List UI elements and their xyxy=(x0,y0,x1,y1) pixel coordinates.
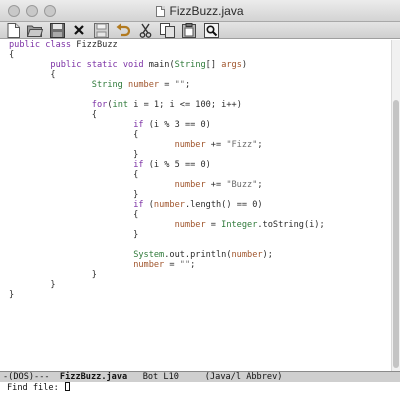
code-line[interactable]: public static void main(String[] args) xyxy=(9,60,325,70)
scissors-icon xyxy=(139,23,151,38)
code-line[interactable]: if (i % 3 == 0) xyxy=(9,120,325,130)
code-line[interactable]: } xyxy=(9,190,325,200)
code-line[interactable] xyxy=(9,240,325,250)
x-icon xyxy=(74,25,84,35)
open-folder-button[interactable] xyxy=(26,22,44,38)
search-button[interactable] xyxy=(202,22,220,38)
close-buffer-button[interactable] xyxy=(70,22,88,38)
code-line[interactable]: System.out.println(number); xyxy=(9,250,325,260)
code-line[interactable]: if (i % 5 == 0) xyxy=(9,160,325,170)
code-line[interactable]: { xyxy=(9,70,325,80)
code-line[interactable]: { xyxy=(9,110,325,120)
new-file-icon xyxy=(7,22,20,38)
code-line[interactable]: number += "Fizz"; xyxy=(9,140,325,150)
save-as-icon xyxy=(93,22,109,38)
code-line[interactable]: { xyxy=(9,210,325,220)
code-text[interactable]: public class FizzBuzz{ public static voi… xyxy=(9,40,325,300)
code-line[interactable]: for(int i = 1; i <= 100; i++) xyxy=(9,100,325,110)
toolbar xyxy=(0,22,400,39)
paste-icon xyxy=(182,22,196,38)
save-button[interactable] xyxy=(48,22,66,38)
emacs-window: FizzBuzz.java public class FizzBuzz {pu… xyxy=(0,0,400,394)
code-line[interactable]: String number = ""; xyxy=(9,80,325,90)
save-as-button[interactable] xyxy=(92,22,110,38)
code-line[interactable]: number = Integer.toString(i); xyxy=(9,220,325,230)
mode-line-prefix: -(DOS)--- xyxy=(3,372,60,382)
minibuffer[interactable]: Find file: xyxy=(0,382,400,394)
mode-line: -(DOS)--- FizzBuzz.java Bot L10 (Java/l … xyxy=(0,371,400,382)
minibuffer-prompt: Find file: xyxy=(7,383,64,393)
new-file-button[interactable] xyxy=(4,22,22,38)
code-editor[interactable]: public class FizzBuzz{ public static voi… xyxy=(0,40,391,371)
paste-button[interactable] xyxy=(180,22,198,38)
code-line[interactable]: number += "Buzz"; xyxy=(9,180,325,190)
code-line[interactable]: public class FizzBuzz xyxy=(9,40,325,50)
mode-line-position: Bot L10 xyxy=(127,372,179,382)
save-disk-icon xyxy=(49,22,65,38)
undo-button[interactable] xyxy=(114,22,132,38)
window-title: FizzBuzz.java xyxy=(169,4,244,18)
copy-button[interactable] xyxy=(158,22,176,38)
code-line[interactable]: { xyxy=(9,130,325,140)
code-line[interactable]: } xyxy=(9,270,325,280)
scrollbar-thumb[interactable] xyxy=(393,100,399,368)
code-line[interactable]: } xyxy=(9,150,325,160)
mode-line-major-mode: (Java/l Abbrev) xyxy=(178,372,283,382)
code-line[interactable]: } xyxy=(9,280,325,290)
code-line[interactable]: } xyxy=(9,290,325,300)
magnifier-icon xyxy=(203,22,219,38)
undo-icon xyxy=(116,23,130,37)
code-line[interactable] xyxy=(9,90,325,100)
copy-icon xyxy=(159,22,175,38)
code-line[interactable]: { xyxy=(9,170,325,180)
text-cursor xyxy=(64,382,70,391)
window-title-group: FizzBuzz.java xyxy=(0,0,400,22)
vertical-scrollbar[interactable] xyxy=(391,40,400,371)
code-line[interactable]: } xyxy=(9,230,325,240)
title-bar: FizzBuzz.java xyxy=(0,0,400,22)
document-proxy-icon[interactable] xyxy=(156,5,166,17)
folder-icon xyxy=(27,25,43,37)
code-line[interactable]: number = ""; xyxy=(9,260,325,270)
code-line[interactable]: if (number.length() == 0) xyxy=(9,200,325,210)
code-line[interactable]: { xyxy=(9,50,325,60)
cut-button[interactable] xyxy=(136,22,154,38)
mode-line-buffer-name: FizzBuzz.java xyxy=(59,372,128,382)
